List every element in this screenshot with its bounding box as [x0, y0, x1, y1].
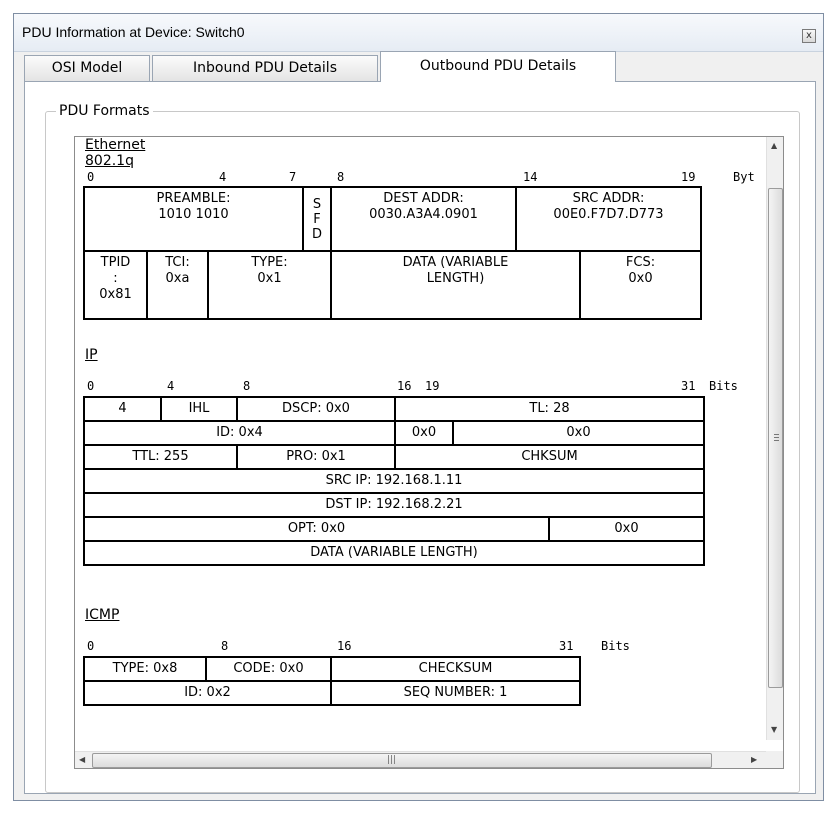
window-title: PDU Information at Device: Switch0 [22, 24, 245, 40]
icmp-ruler-unit: Bits [601, 639, 630, 653]
horizontal-scrollbar[interactable]: ◀ ||| ▶ [75, 751, 768, 768]
ip-dst-ip: DST IP: 192.168.2.21 [83, 492, 705, 518]
icmp-id: ID: 0x2 [83, 680, 332, 706]
ip-title[interactable]: IP [85, 347, 98, 363]
ip-ihl: IHL [160, 396, 238, 422]
eth-ruler-7: 7 [289, 170, 297, 184]
vertical-scrollbar[interactable]: ▲ ▼ [766, 137, 783, 740]
pdu-scroll-area[interactable]: Ethernet 802.1q 0 4 7 8 14 19 Byt PREAMB… [74, 136, 784, 769]
eth-dest-addr: DEST ADDR: 0030.A3A4.0901 [330, 186, 517, 252]
icmp-code: CODE: 0x0 [205, 656, 332, 682]
ip-protocol: PRO: 0x1 [236, 444, 396, 470]
eth-type: TYPE: 0x1 [207, 250, 332, 320]
ip-dscp: DSCP: 0x0 [236, 396, 396, 422]
icmp-checksum: CHECKSUM [330, 656, 581, 682]
ip-data: DATA (VARIABLE LENGTH) [83, 540, 705, 566]
eth-tpid: TPID : 0x81 [83, 250, 148, 320]
eth-ruler-unit: Byt [733, 170, 755, 184]
eth-fcs: FCS: 0x0 [579, 250, 702, 320]
ip-ruler-unit: Bits [709, 379, 738, 393]
eth-preamble: PREAMBLE: 1010 1010 [83, 186, 304, 252]
icmp-ruler-16: 16 [337, 639, 352, 653]
ip-version: 4 [83, 396, 162, 422]
ip-ruler-19: 19 [425, 379, 440, 393]
tab-outbound-pdu-details[interactable]: Outbound PDU Details [380, 51, 616, 82]
eth-ruler-8: 8 [337, 170, 345, 184]
ip-ruler-0: 0 [87, 379, 95, 393]
ip-total-length: TL: 28 [394, 396, 705, 422]
ip-checksum: CHKSUM [394, 444, 705, 470]
eth-ruler-4: 4 [219, 170, 227, 184]
icmp-ruler-8: 8 [221, 639, 229, 653]
eth-src-addr: SRC ADDR: 00E0.F7D7.D773 [515, 186, 702, 252]
eth-ruler-0: 0 [87, 170, 95, 184]
icmp-type: TYPE: 0x8 [83, 656, 207, 682]
scrollbar-corner [766, 751, 783, 768]
scroll-left-icon[interactable]: ◀ [79, 755, 85, 765]
ip-ruler-8: 8 [243, 379, 251, 393]
pdu-formats-label: PDU Formats [59, 103, 150, 119]
ip-options: OPT: 0x0 [83, 516, 550, 542]
ethernet-title[interactable]: Ethernet 802.1q [85, 137, 145, 169]
ip-ttl: TTL: 255 [83, 444, 238, 470]
eth-sfd: S F D [302, 186, 332, 252]
ip-id: ID: 0x4 [83, 420, 396, 446]
ip-ruler-16: 16 [397, 379, 412, 393]
icmp-ruler-0: 0 [87, 639, 95, 653]
icmp-title[interactable]: ICMP [85, 607, 119, 623]
scroll-up-icon[interactable]: ▲ [771, 141, 777, 151]
horizontal-scroll-thumb[interactable]: ||| [92, 753, 712, 768]
scroll-right-icon[interactable]: ▶ [751, 755, 757, 765]
ip-ruler-4: 4 [167, 379, 175, 393]
close-icon[interactable]: x [802, 29, 816, 43]
tab-osi-model[interactable]: OSI Model [24, 55, 150, 82]
grip-line-icon [774, 440, 779, 441]
h-grip-icon: ||| [387, 755, 397, 765]
ip-frag-offset: 0x0 [452, 420, 705, 446]
grip-line-icon [774, 434, 779, 435]
icmp-ruler-31: 31 [559, 639, 574, 653]
ip-flags: 0x0 [394, 420, 454, 446]
eth-ruler-14: 14 [523, 170, 538, 184]
scroll-down-icon[interactable]: ▼ [771, 725, 777, 735]
ip-src-ip: SRC IP: 192.168.1.11 [83, 468, 705, 494]
eth-data: DATA (VARIABLE LENGTH) [330, 250, 581, 320]
eth-tci: TCI: 0xa [146, 250, 209, 320]
grip-line-icon [774, 437, 779, 438]
ip-padding: 0x0 [548, 516, 705, 542]
ip-ruler-31: 31 [681, 379, 696, 393]
tab-inbound-pdu-details[interactable]: Inbound PDU Details [152, 55, 378, 82]
title-bar[interactable]: PDU Information at Device: Switch0 x [14, 14, 823, 52]
eth-ruler-19: 19 [681, 170, 696, 184]
icmp-seq-number: SEQ NUMBER: 1 [330, 680, 581, 706]
vertical-scroll-thumb[interactable] [768, 188, 783, 688]
